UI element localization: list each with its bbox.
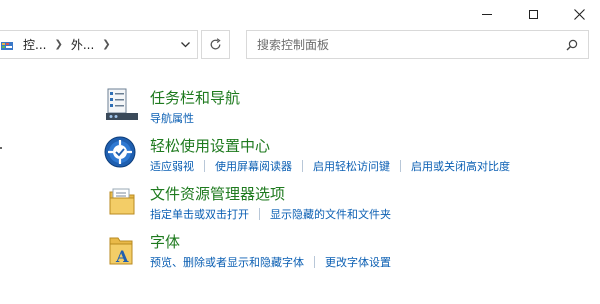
category-title[interactable]: 文件资源管理器选项 <box>150 183 285 204</box>
link-divider <box>204 160 205 172</box>
link-divider <box>302 160 303 172</box>
category-links: 导航属性 <box>150 110 194 126</box>
search-input[interactable]: 搜索控制面板 <box>257 36 566 53</box>
link[interactable]: 导航属性 <box>150 110 194 126</box>
category-links: 适应弱视 使用屏幕阅读器 启用轻松访问键 启用或关闭高对比度 <box>150 158 510 174</box>
ease-of-access-icon <box>104 136 140 172</box>
refresh-icon <box>210 38 221 50</box>
folder-options-icon <box>104 184 140 220</box>
link[interactable]: 显示隐藏的文件和文件夹 <box>270 206 391 222</box>
category-title[interactable]: 字体 <box>150 231 180 252</box>
link[interactable]: 使用屏幕阅读器 <box>215 158 292 174</box>
breadcrumb-chevron-icon[interactable]: ❯ <box>54 39 62 50</box>
close-button[interactable] <box>556 0 600 28</box>
category-title[interactable]: 任务栏和导航 <box>150 87 240 108</box>
category-links: 指定单击或双击打开 显示隐藏的文件和文件夹 <box>150 206 391 222</box>
control-panel-icon <box>1 40 13 50</box>
search-icon[interactable] <box>566 39 578 51</box>
taskbar-icon <box>104 88 140 124</box>
breadcrumb-item[interactable]: 外... <box>71 36 94 53</box>
link[interactable]: 启用轻松访问键 <box>313 158 390 174</box>
link[interactable]: 更改字体设置 <box>325 254 391 270</box>
svg-text:A: A <box>115 247 129 266</box>
link[interactable]: 启用或关闭高对比度 <box>411 158 510 174</box>
link-divider <box>400 160 401 172</box>
link-divider <box>314 256 315 268</box>
link-divider <box>259 208 260 220</box>
category-links: 预览、删除或者显示和隐藏字体 更改字体设置 <box>150 254 391 270</box>
nav-pane-edge <box>0 147 2 149</box>
minimize-button[interactable] <box>464 0 510 28</box>
category-title[interactable]: 轻松使用设置中心 <box>150 135 270 156</box>
fonts-icon: A <box>104 232 140 268</box>
refresh-button[interactable] <box>201 30 230 59</box>
breadcrumb-chevron-icon[interactable]: ❯ <box>102 39 110 50</box>
close-icon <box>573 8 585 20</box>
minimize-icon <box>482 13 492 15</box>
chevron-down-icon[interactable] <box>180 39 191 50</box>
maximize-icon <box>528 9 538 19</box>
breadcrumb-item[interactable]: 控... <box>23 36 46 53</box>
address-bar[interactable]: 控... ❯ 外... ❯ <box>0 30 198 59</box>
link[interactable]: 指定单击或双击打开 <box>150 206 249 222</box>
title-bar <box>0 0 600 28</box>
link[interactable]: 适应弱视 <box>150 158 194 174</box>
search-box[interactable]: 搜索控制面板 <box>246 30 589 59</box>
link[interactable]: 预览、删除或者显示和隐藏字体 <box>150 254 304 270</box>
maximize-button[interactable] <box>510 0 556 28</box>
